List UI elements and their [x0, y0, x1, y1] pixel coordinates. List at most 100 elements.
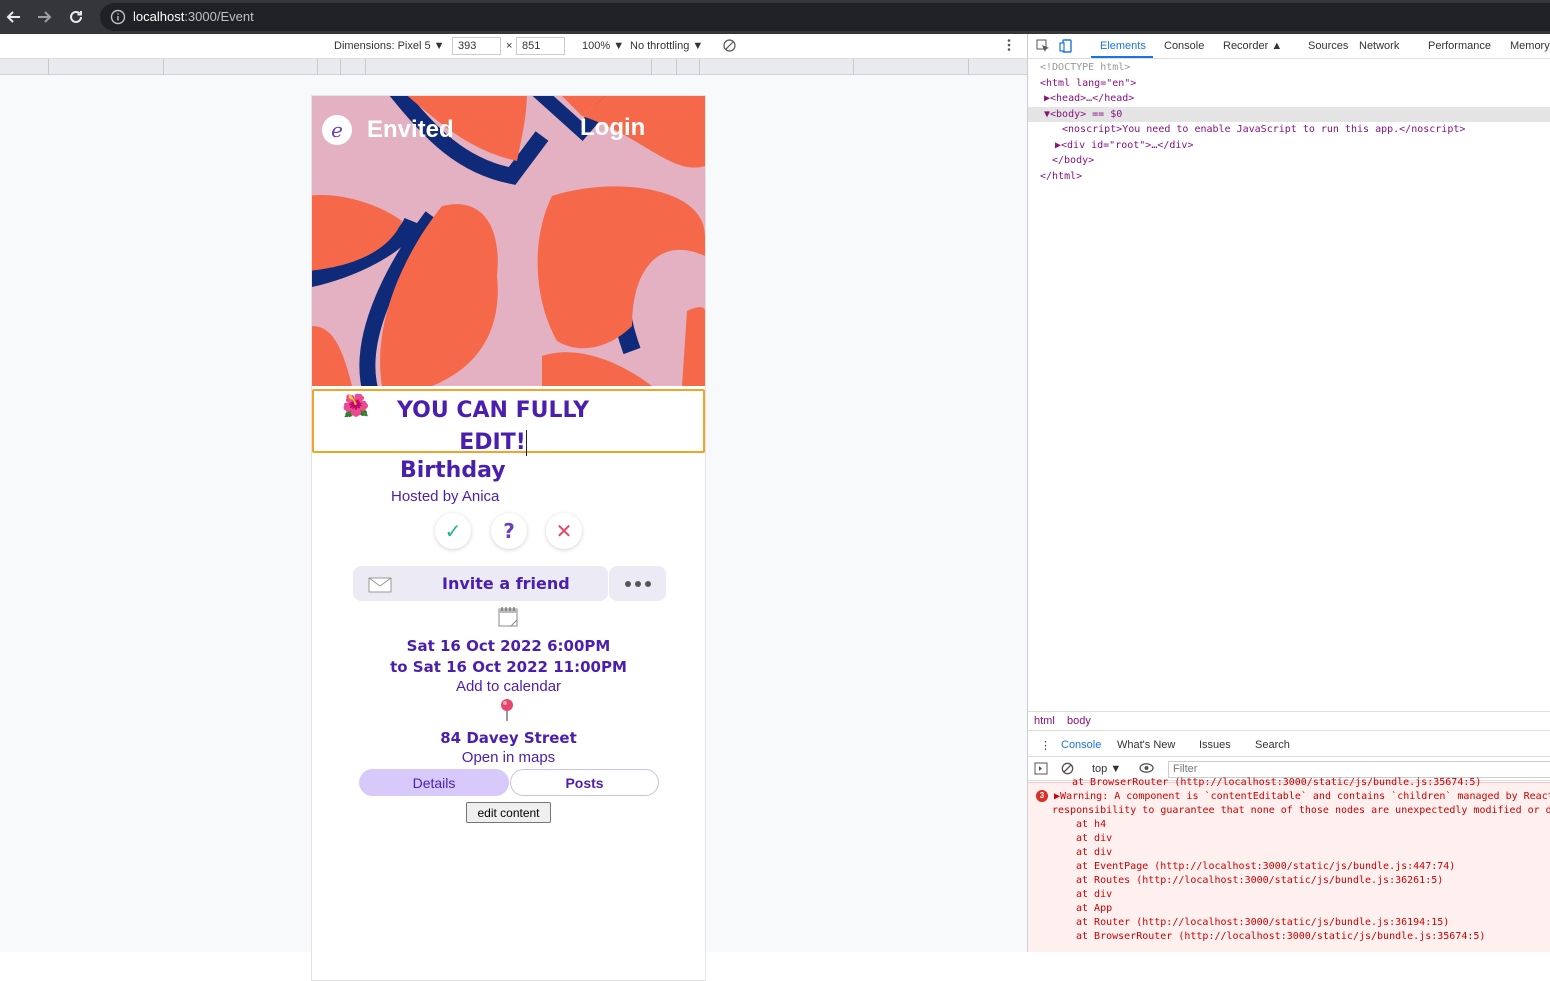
dom-html-open[interactable]: <html lang="en"> — [1028, 76, 1550, 92]
drawer-tab-console[interactable]: Console — [1061, 739, 1101, 751]
tab-sources[interactable]: Sources — [1308, 40, 1348, 52]
flask-icon: ▲ — [1271, 40, 1283, 52]
dot-icon — [644, 580, 651, 587]
dot-icon — [624, 580, 631, 587]
cross-icon: ✕ — [555, 519, 573, 543]
warning-line-2: responsibility to guarantee that none of… — [1052, 805, 1550, 816]
device-dimensions-select[interactable]: Dimensions: Pixel 5 ▼ — [334, 40, 445, 52]
brand-name: Envited — [367, 116, 454, 143]
drawer-tab-whats-new[interactable]: What's New — [1117, 739, 1175, 751]
editable-title-box[interactable]: 🌺 YOU CAN FULLY EDIT! — [312, 389, 705, 456]
stack-line[interactable]: at EventPage (http://localhost:3000/stat… — [1028, 860, 1550, 874]
tab-network[interactable]: Network — [1359, 40, 1399, 52]
event-start-date: Sat 16 Oct 2022 6:00PM — [406, 637, 611, 655]
stack-line[interactable]: at Router (http://localhost:3000/static/… — [1028, 916, 1550, 930]
device-toolbar: Dimensions: Pixel 5 ▼ 393 × 851 100% ▼ N… — [0, 34, 1027, 59]
throttling-select[interactable]: No throttling ▼ — [630, 40, 703, 52]
open-in-maps-link[interactable]: Open in maps — [312, 749, 705, 766]
stack-line[interactable]: at BrowserRouter (http://localhost:3000/… — [1028, 930, 1550, 944]
tab-posts[interactable]: Posts — [510, 769, 659, 796]
edit-content-button[interactable]: edit content — [466, 802, 551, 823]
address-bar[interactable]: localhost:3000/Event — [100, 3, 1550, 31]
device-toggle-icon[interactable] — [1059, 39, 1073, 56]
hibiscus-icon: 🌺 — [342, 394, 370, 419]
rotate-icon[interactable] — [723, 39, 736, 55]
eye-icon[interactable] — [1139, 762, 1154, 777]
back-arrow-icon[interactable] — [3, 6, 25, 28]
breadcrumb: html body — [1028, 711, 1550, 731]
device-height-input[interactable]: 851 — [516, 37, 565, 55]
tab-elements[interactable]: Elements — [1100, 40, 1146, 52]
dom-noscript[interactable]: <noscript>You need to enable JavaScript … — [1028, 122, 1550, 138]
times-sign: × — [506, 40, 513, 52]
device-width-input[interactable]: 393 — [452, 37, 501, 55]
info-icon[interactable] — [110, 9, 126, 25]
envelope-icon — [368, 577, 392, 597]
device-emulation-pane: Dimensions: Pixel 5 ▼ 393 × 851 100% ▼ N… — [0, 34, 1027, 981]
rsvp-yes-button[interactable]: ✓ — [435, 513, 471, 549]
forward-arrow-icon[interactable] — [33, 6, 55, 28]
media-query-ruler — [0, 59, 1027, 75]
stack-line: at h4 — [1076, 819, 1107, 830]
event-tabs: Details Posts — [359, 769, 659, 796]
question-icon: ? — [503, 519, 515, 543]
host-text: Hosted by Anica — [391, 488, 500, 505]
dom-body-close[interactable]: </body> — [1028, 153, 1550, 169]
drawer-tab-search[interactable]: Search — [1255, 739, 1290, 751]
drawer-tab-issues[interactable]: Issues — [1199, 739, 1231, 751]
inspect-element-icon[interactable] — [1036, 39, 1050, 56]
url-text: localhost:3000/Event — [133, 9, 254, 24]
dot-icon — [634, 580, 641, 587]
dom-doctype[interactable]: <!DOCTYPE html> — [1028, 60, 1550, 76]
warning-line-1: 3 ▶Warning: A component is `contentEdita… — [1028, 790, 1550, 804]
tab-recorder[interactable]: Recorder ▲ — [1223, 40, 1282, 52]
phone-viewport: e Envited Login 🌺 YOU CAN FULLY EDIT! Bi… — [311, 95, 706, 981]
login-link[interactable]: Login — [580, 114, 645, 142]
calendar-icon — [497, 606, 519, 633]
brand[interactable]: e Envited — [322, 115, 454, 145]
tab-console[interactable]: Console — [1164, 40, 1204, 52]
error-count-badge: 3 — [1036, 790, 1048, 802]
rsvp-maybe-button[interactable]: ? — [491, 513, 527, 549]
reload-icon[interactable] — [65, 6, 87, 28]
drawer-tabs: ⋮ Console What's New Issues Search — [1028, 733, 1550, 757]
dom-root-div[interactable]: ▶<div id="root">…</div> — [1028, 138, 1550, 154]
stack-line[interactable]: at Routes (http://localhost:3000/static/… — [1028, 874, 1550, 888]
tab-performance[interactable]: Performance — [1428, 40, 1491, 52]
text-caret — [525, 430, 527, 456]
event-cover-image: e Envited Login — [312, 96, 705, 386]
tab-memory[interactable]: Memory — [1510, 40, 1550, 52]
stack-line: at App — [1076, 903, 1113, 914]
drawer-menu-icon[interactable]: ⋮ — [1040, 739, 1051, 752]
location-pin-icon — [498, 698, 516, 727]
more-options-icon[interactable] — [1006, 38, 1012, 55]
envited-logo-icon: e — [322, 115, 352, 145]
title-line-1: YOU CAN FULLY — [396, 398, 590, 423]
stack-line: at div — [1076, 847, 1113, 858]
browser-toolbar: localhost:3000/Event — [0, 0, 1550, 34]
stack-line: at div — [1076, 833, 1113, 844]
rsvp-no-button[interactable]: ✕ — [546, 513, 582, 549]
invite-label: Invite a friend — [442, 574, 570, 593]
title-line-2: EDIT! — [459, 430, 527, 456]
breadcrumb-html[interactable]: html — [1034, 715, 1055, 727]
devtools-panel: Elements Console Recorder ▲ Sources Netw… — [1027, 34, 1550, 952]
event-title[interactable]: YOU CAN FULLY EDIT! — [378, 395, 608, 459]
stack-line: at div — [1076, 889, 1113, 900]
tab-details[interactable]: Details — [359, 769, 509, 796]
dom-html-close[interactable]: </html> — [1028, 169, 1550, 185]
breadcrumb-body[interactable]: body — [1067, 715, 1091, 727]
dom-tree: <!DOCTYPE html> <html lang="en"> ▶<head>… — [1028, 60, 1550, 184]
active-tab-indicator — [1091, 56, 1153, 58]
devtools-toolbar: Elements Console Recorder ▲ Sources Netw… — [1028, 34, 1550, 59]
event-subtitle: Birthday — [400, 458, 506, 483]
more-options-button[interactable] — [609, 566, 666, 601]
dom-head[interactable]: ▶<head>…</head> — [1028, 91, 1550, 107]
event-address: 84 Davey Street — [440, 729, 577, 747]
dom-body-selected[interactable]: ▼<body> == $0 — [1028, 106, 1550, 122]
context-select[interactable]: top ▼ — [1092, 763, 1121, 775]
event-end-date: to Sat 16 Oct 2022 11:00PM — [390, 658, 627, 676]
zoom-select[interactable]: 100% ▼ — [582, 40, 624, 52]
add-to-calendar-link[interactable]: Add to calendar — [312, 678, 705, 695]
log-line-first: at BrowserRouter (http://localhost:3000/… — [1072, 777, 1482, 788]
